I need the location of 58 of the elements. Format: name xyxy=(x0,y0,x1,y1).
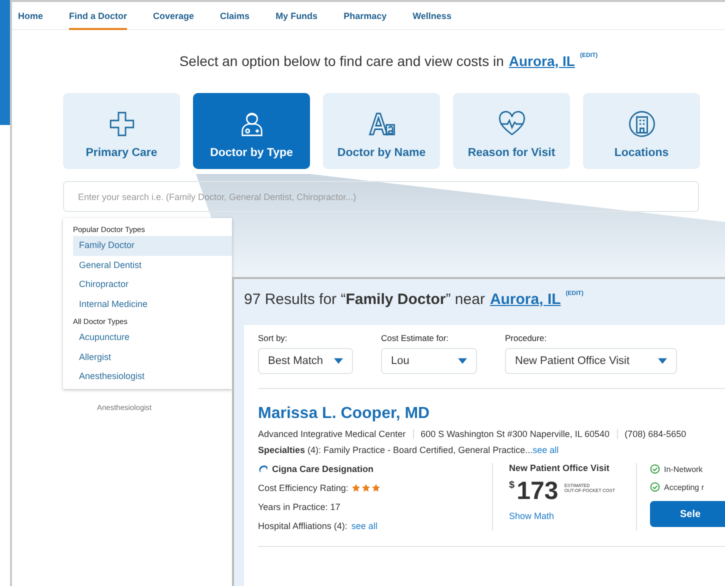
caret-icon xyxy=(334,358,343,364)
star-icon xyxy=(352,484,360,492)
caret-icon xyxy=(658,358,667,364)
nav-tab[interactable]: Coverage xyxy=(153,11,194,25)
see-all-link[interactable]: see all xyxy=(532,445,559,455)
select-button[interactable]: Sele xyxy=(650,501,725,527)
filter-label: Sort by: xyxy=(258,333,288,343)
option-tile[interactable]: Reason for Visit xyxy=(453,93,570,169)
years-text: Years in Practice: 17 xyxy=(258,502,340,512)
show-math-link[interactable]: Show Math xyxy=(509,511,636,521)
option-tile[interactable]: Doctor by Name xyxy=(323,93,440,169)
filter-label: Procedure: xyxy=(505,333,548,343)
select-dropdown[interactable]: Lou xyxy=(381,348,477,374)
filter-label: Cost Estimate for: xyxy=(381,333,450,343)
option-tile[interactable]: Primary Care xyxy=(63,93,180,169)
swirl-icon xyxy=(258,464,268,474)
dropdown-item[interactable]: Internal Medicine xyxy=(73,294,232,314)
dropdown-item[interactable]: Family Doctor xyxy=(73,236,232,256)
heartbeat-icon xyxy=(498,110,526,138)
prompt-text: Select an option below to find care and view costs in xyxy=(179,53,504,69)
select-dropdown[interactable]: New Patient Office Visit xyxy=(505,348,677,374)
currency-sign: $ xyxy=(509,480,515,491)
specialties-text: Specialties (4): Family Practice - Board Certified, General Practice... xyxy=(258,445,533,455)
dropdown-item[interactable]: General Dentist xyxy=(73,256,232,275)
select-dropdown[interactable]: Best Match xyxy=(258,348,353,374)
nav-tab[interactable]: Pharmacy xyxy=(344,11,387,25)
designation-text: Cigna Care Designation xyxy=(272,464,374,474)
dropdown-item[interactable]: Acupuncture xyxy=(73,328,232,348)
option-tile[interactable]: Doctor by Type xyxy=(193,93,310,169)
provider-detail: 600 S Washington St #300 Naperville, IL 60540 xyxy=(420,429,610,439)
caret-icon xyxy=(458,358,467,364)
status-text: Accepting r xyxy=(664,482,704,492)
nav-tab[interactable]: Claims xyxy=(220,11,250,25)
location-link[interactable]: Aurora, IL xyxy=(490,291,561,308)
provider-detail: Advanced Integrative Medical Center xyxy=(258,429,406,439)
search-field[interactable]: Enter your search i.e. (Family Doctor, General Dentist, Chiropractor...) xyxy=(63,181,699,212)
see-all-link[interactable]: see all xyxy=(351,521,378,531)
dropdown-item[interactable]: Anesthesiologist xyxy=(73,367,232,386)
cost-title: New Patient Office Visit xyxy=(509,463,610,473)
nav-tab[interactable]: My Funds xyxy=(276,11,318,25)
nav-tab[interactable]: Home xyxy=(18,11,44,25)
option-tile[interactable]: Locations xyxy=(583,93,700,169)
dropdown-item[interactable]: Allergist xyxy=(73,348,232,367)
cross-icon xyxy=(108,110,136,138)
nav-tab[interactable]: Find a Doctor xyxy=(69,11,128,30)
cost-amount: 173 xyxy=(516,478,558,504)
hospitals-text: Hospital Affliations (4): xyxy=(258,521,348,531)
status-text: In-Network xyxy=(664,464,703,474)
building-icon xyxy=(628,110,656,138)
rating-label: Cost Efficiency Rating: xyxy=(258,483,348,493)
nav-tab[interactable]: Wellness xyxy=(412,11,452,25)
star-icon xyxy=(362,484,370,492)
location-link[interactable]: Aurora, IL xyxy=(508,53,575,69)
provider-name[interactable]: Marissa L. Cooper, MD xyxy=(258,405,725,423)
results-heading: 97 Results for “Family Doctor” near xyxy=(244,291,485,308)
provider-detail: (708) 684-5650 xyxy=(624,429,686,439)
dropdown-item[interactable]: Chiropractor xyxy=(73,275,232,294)
star-icon xyxy=(372,484,380,492)
